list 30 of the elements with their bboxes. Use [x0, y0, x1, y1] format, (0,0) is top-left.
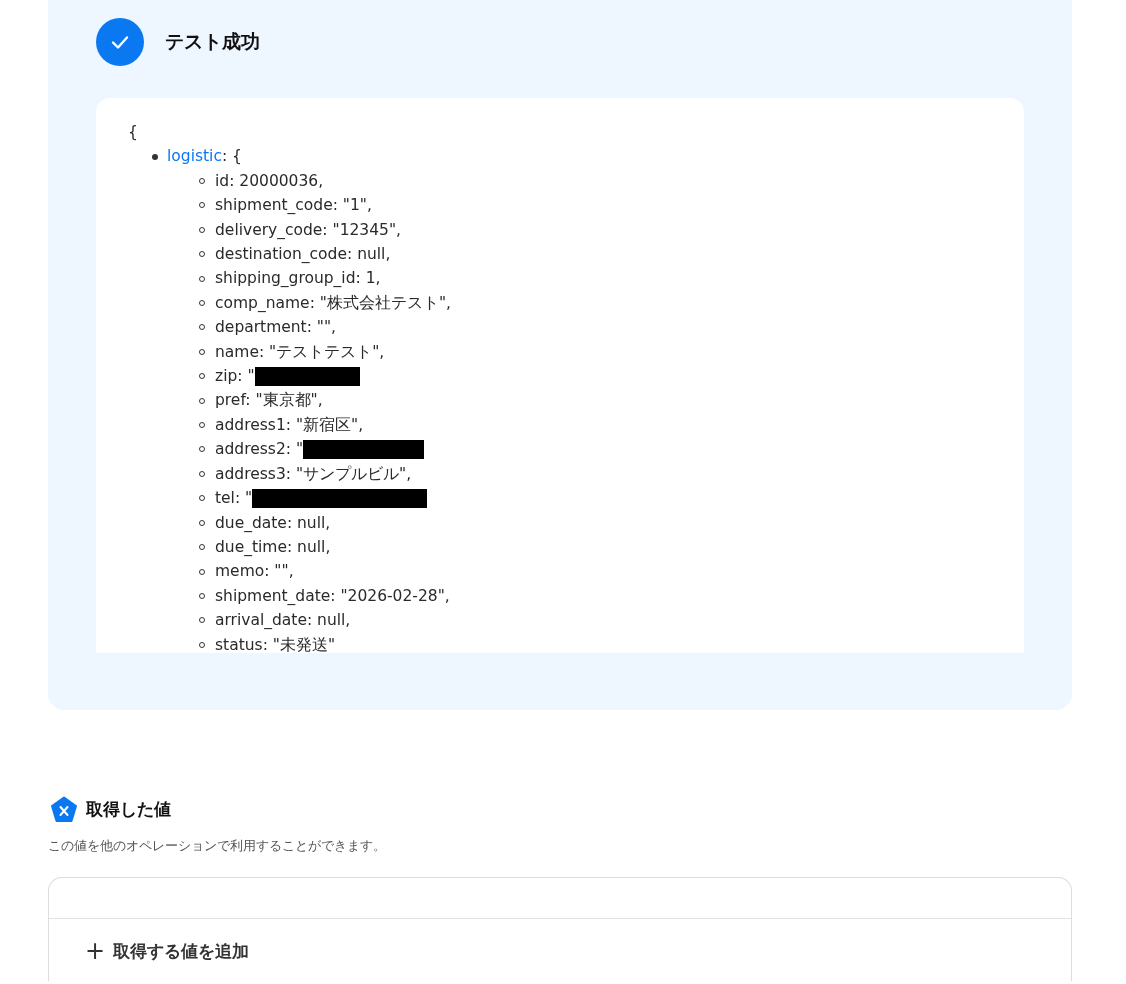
json-field: address3: "サンプルビル", — [215, 461, 412, 487]
json-field: due_date: null, — [215, 510, 331, 535]
json-field: status: "未発送" — [215, 632, 336, 653]
plus-icon: + — [85, 939, 106, 963]
section-title: 取得した値 — [86, 798, 171, 821]
json-field: address2: " — [215, 437, 304, 462]
json-field: address1: "新宿区", — [215, 412, 364, 438]
json-field: id: 20000036, — [215, 168, 324, 194]
json-field: shipment_code: "1", — [215, 193, 372, 218]
json-field: shipping_group_id: 1, — [215, 266, 381, 291]
json-field: destination_code: null, — [215, 242, 391, 267]
bullet-icon — [152, 153, 158, 160]
json-field: zip: " — [215, 364, 255, 389]
json-text: : { — [221, 146, 242, 168]
json-field: due_time: null, — [215, 534, 331, 560]
json-field: department: "", — [215, 315, 337, 340]
json-key: logistic — [167, 144, 222, 169]
json-field: memo: "", — [215, 559, 294, 584]
add-value-button[interactable]: + 取得する値を追加 — [85, 939, 250, 963]
variable-icon — [50, 796, 78, 823]
json-brace: { — [128, 122, 138, 143]
json-field: name: "テストテスト", — [215, 339, 385, 365]
json-field: arrival_date: null, — [215, 608, 351, 633]
json-field: shipment_date: "2026-02-28", — [215, 583, 450, 609]
json-field: comp_name: "株式会社テスト", — [215, 290, 451, 316]
section-description: この値を他のオペレーションで利用することができます。 — [48, 837, 387, 855]
json-field: pref: "東京都", — [215, 388, 323, 413]
result-title: テスト成功 — [165, 29, 260, 54]
json-field: delivery_code: "12345", — [215, 217, 401, 243]
json-field: tel: " — [215, 486, 253, 511]
